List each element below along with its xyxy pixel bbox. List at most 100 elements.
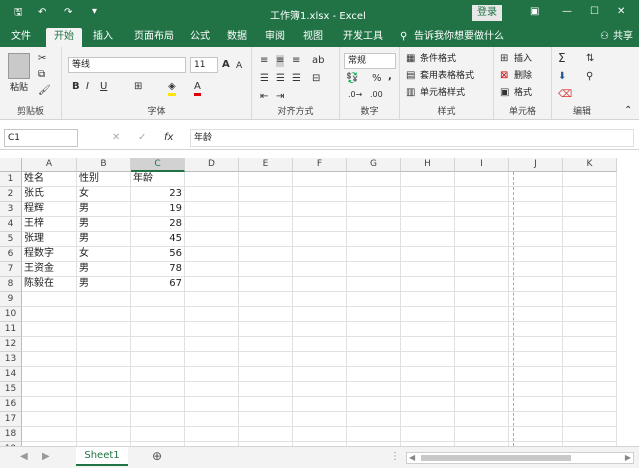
cell-a1[interactable]: 姓名 bbox=[22, 172, 77, 187]
cell-a10[interactable] bbox=[22, 307, 77, 322]
cell-k12[interactable] bbox=[563, 337, 617, 352]
cell-b6[interactable]: 女 bbox=[77, 247, 131, 262]
cell-k13[interactable] bbox=[563, 352, 617, 367]
formula-input[interactable]: 年龄 bbox=[190, 129, 634, 147]
cell-b4[interactable]: 男 bbox=[77, 217, 131, 232]
cell-c17[interactable] bbox=[131, 412, 185, 427]
cell-a6[interactable]: 程数字 bbox=[22, 247, 77, 262]
cell-a9[interactable] bbox=[22, 292, 77, 307]
cell-i9[interactable] bbox=[455, 292, 509, 307]
cell-j3[interactable] bbox=[509, 202, 563, 217]
sheet-options-icon[interactable]: ⋮ bbox=[390, 451, 400, 463]
row-header-17[interactable]: 17 bbox=[0, 412, 22, 427]
row-header-6[interactable]: 6 bbox=[0, 247, 22, 262]
cell-c13[interactable] bbox=[131, 352, 185, 367]
row-header-5[interactable]: 5 bbox=[0, 232, 22, 247]
next-sheet-icon[interactable]: ▶ bbox=[42, 451, 50, 463]
column-header-g[interactable]: G bbox=[347, 158, 401, 172]
font-name-select[interactable]: 等线 bbox=[68, 57, 186, 73]
column-header-c[interactable]: C bbox=[131, 158, 185, 172]
cell-d8[interactable] bbox=[185, 277, 239, 292]
row-header-2[interactable]: 2 bbox=[0, 187, 22, 202]
cell-b8[interactable]: 男 bbox=[77, 277, 131, 292]
comma-button[interactable]: , bbox=[388, 71, 392, 83]
underline-button[interactable]: U bbox=[100, 81, 107, 93]
cell-h13[interactable] bbox=[401, 352, 455, 367]
font-color-icon[interactable]: A bbox=[194, 81, 201, 96]
insert-function-icon[interactable]: fx bbox=[164, 132, 173, 144]
cell-g5[interactable] bbox=[347, 232, 401, 247]
cell-d3[interactable] bbox=[185, 202, 239, 217]
cell-c14[interactable] bbox=[131, 367, 185, 382]
cell-k15[interactable] bbox=[563, 382, 617, 397]
cell-g15[interactable] bbox=[347, 382, 401, 397]
cell-b2[interactable]: 女 bbox=[77, 187, 131, 202]
row-header-10[interactable]: 10 bbox=[0, 307, 22, 322]
cell-f6[interactable] bbox=[293, 247, 347, 262]
cell-k17[interactable] bbox=[563, 412, 617, 427]
cell-b10[interactable] bbox=[77, 307, 131, 322]
conditional-format-icon[interactable]: ▦ bbox=[406, 53, 415, 65]
cell-a17[interactable] bbox=[22, 412, 77, 427]
cell-j1[interactable] bbox=[509, 172, 563, 187]
number-format-select[interactable]: 常规 bbox=[344, 53, 396, 69]
cell-a13[interactable] bbox=[22, 352, 77, 367]
cell-i12[interactable] bbox=[455, 337, 509, 352]
conditional-format-button[interactable]: 条件格式 bbox=[420, 52, 456, 66]
cell-b17[interactable] bbox=[77, 412, 131, 427]
cell-e7[interactable] bbox=[239, 262, 293, 277]
cell-b9[interactable] bbox=[77, 292, 131, 307]
cell-b18[interactable] bbox=[77, 427, 131, 442]
cell-e18[interactable] bbox=[239, 427, 293, 442]
align-center-icon[interactable]: ☰ bbox=[276, 73, 285, 85]
cell-f10[interactable] bbox=[293, 307, 347, 322]
cell-f9[interactable] bbox=[293, 292, 347, 307]
cell-k4[interactable] bbox=[563, 217, 617, 232]
cell-c1[interactable]: 年龄 bbox=[131, 172, 185, 187]
undo-icon[interactable]: ↶ bbox=[38, 7, 46, 19]
cell-h11[interactable] bbox=[401, 322, 455, 337]
cell-c12[interactable] bbox=[131, 337, 185, 352]
cell-j15[interactable] bbox=[509, 382, 563, 397]
cell-a11[interactable] bbox=[22, 322, 77, 337]
cell-b1[interactable]: 性别 bbox=[77, 172, 131, 187]
cell-j12[interactable] bbox=[509, 337, 563, 352]
cell-k2[interactable] bbox=[563, 187, 617, 202]
cell-h14[interactable] bbox=[401, 367, 455, 382]
cell-j5[interactable] bbox=[509, 232, 563, 247]
cell-k18[interactable] bbox=[563, 427, 617, 442]
cell-e14[interactable] bbox=[239, 367, 293, 382]
clear-icon[interactable]: ⌫ bbox=[558, 89, 572, 101]
cell-i14[interactable] bbox=[455, 367, 509, 382]
cell-h4[interactable] bbox=[401, 217, 455, 232]
cell-d17[interactable] bbox=[185, 412, 239, 427]
cell-j7[interactable] bbox=[509, 262, 563, 277]
name-box[interactable]: C1 bbox=[4, 129, 78, 147]
row-header-11[interactable]: 11 bbox=[0, 322, 22, 337]
row-header-9[interactable]: 9 bbox=[0, 292, 22, 307]
insert-cells-icon[interactable]: ⊞ bbox=[500, 53, 508, 65]
cell-c15[interactable] bbox=[131, 382, 185, 397]
cut-icon[interactable]: ✂ bbox=[38, 53, 46, 65]
cell-a2[interactable]: 张氏 bbox=[22, 187, 77, 202]
cell-e9[interactable] bbox=[239, 292, 293, 307]
cell-i16[interactable] bbox=[455, 397, 509, 412]
cell-j8[interactable] bbox=[509, 277, 563, 292]
cell-k14[interactable] bbox=[563, 367, 617, 382]
tab-view[interactable]: 视图 bbox=[298, 28, 328, 47]
cancel-icon[interactable]: ✕ bbox=[112, 132, 120, 144]
paste-button[interactable]: 粘贴 bbox=[10, 81, 28, 95]
cell-g9[interactable] bbox=[347, 292, 401, 307]
cell-f13[interactable] bbox=[293, 352, 347, 367]
cell-g4[interactable] bbox=[347, 217, 401, 232]
sheet-tab-sheet1[interactable]: Sheet1 bbox=[76, 447, 128, 466]
column-header-j[interactable]: J bbox=[509, 158, 563, 172]
outdent-icon[interactable]: ⇥ bbox=[276, 91, 284, 103]
row-header-8[interactable]: 8 bbox=[0, 277, 22, 292]
column-header-k[interactable]: K bbox=[563, 158, 617, 172]
cell-g11[interactable] bbox=[347, 322, 401, 337]
row-header-7[interactable]: 7 bbox=[0, 262, 22, 277]
cell-d2[interactable] bbox=[185, 187, 239, 202]
cell-h6[interactable] bbox=[401, 247, 455, 262]
maximize-icon[interactable]: ☐ bbox=[590, 6, 599, 18]
